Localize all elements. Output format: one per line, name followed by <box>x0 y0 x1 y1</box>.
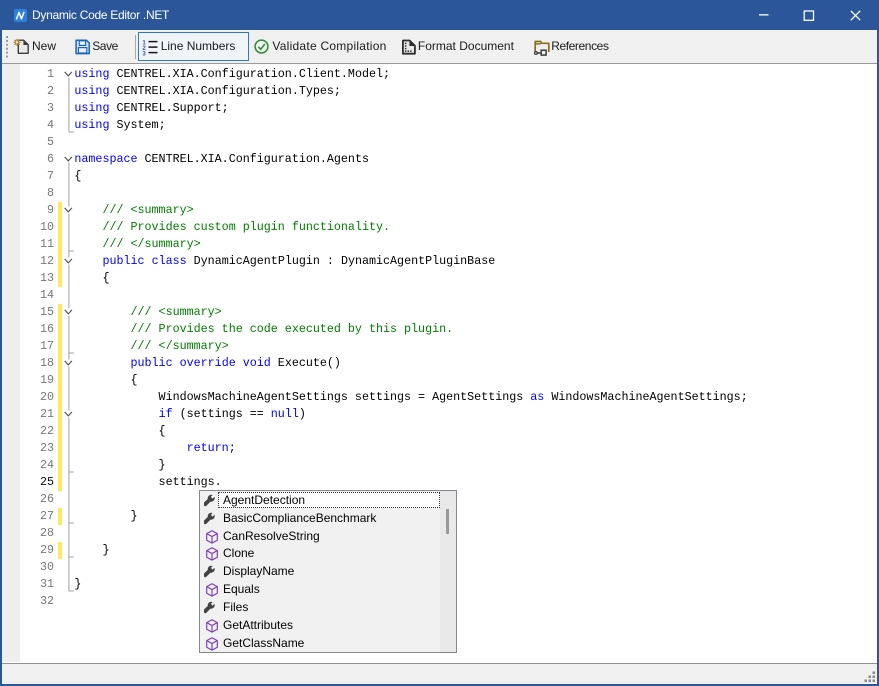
svg-text:3: 3 <box>142 50 146 55</box>
